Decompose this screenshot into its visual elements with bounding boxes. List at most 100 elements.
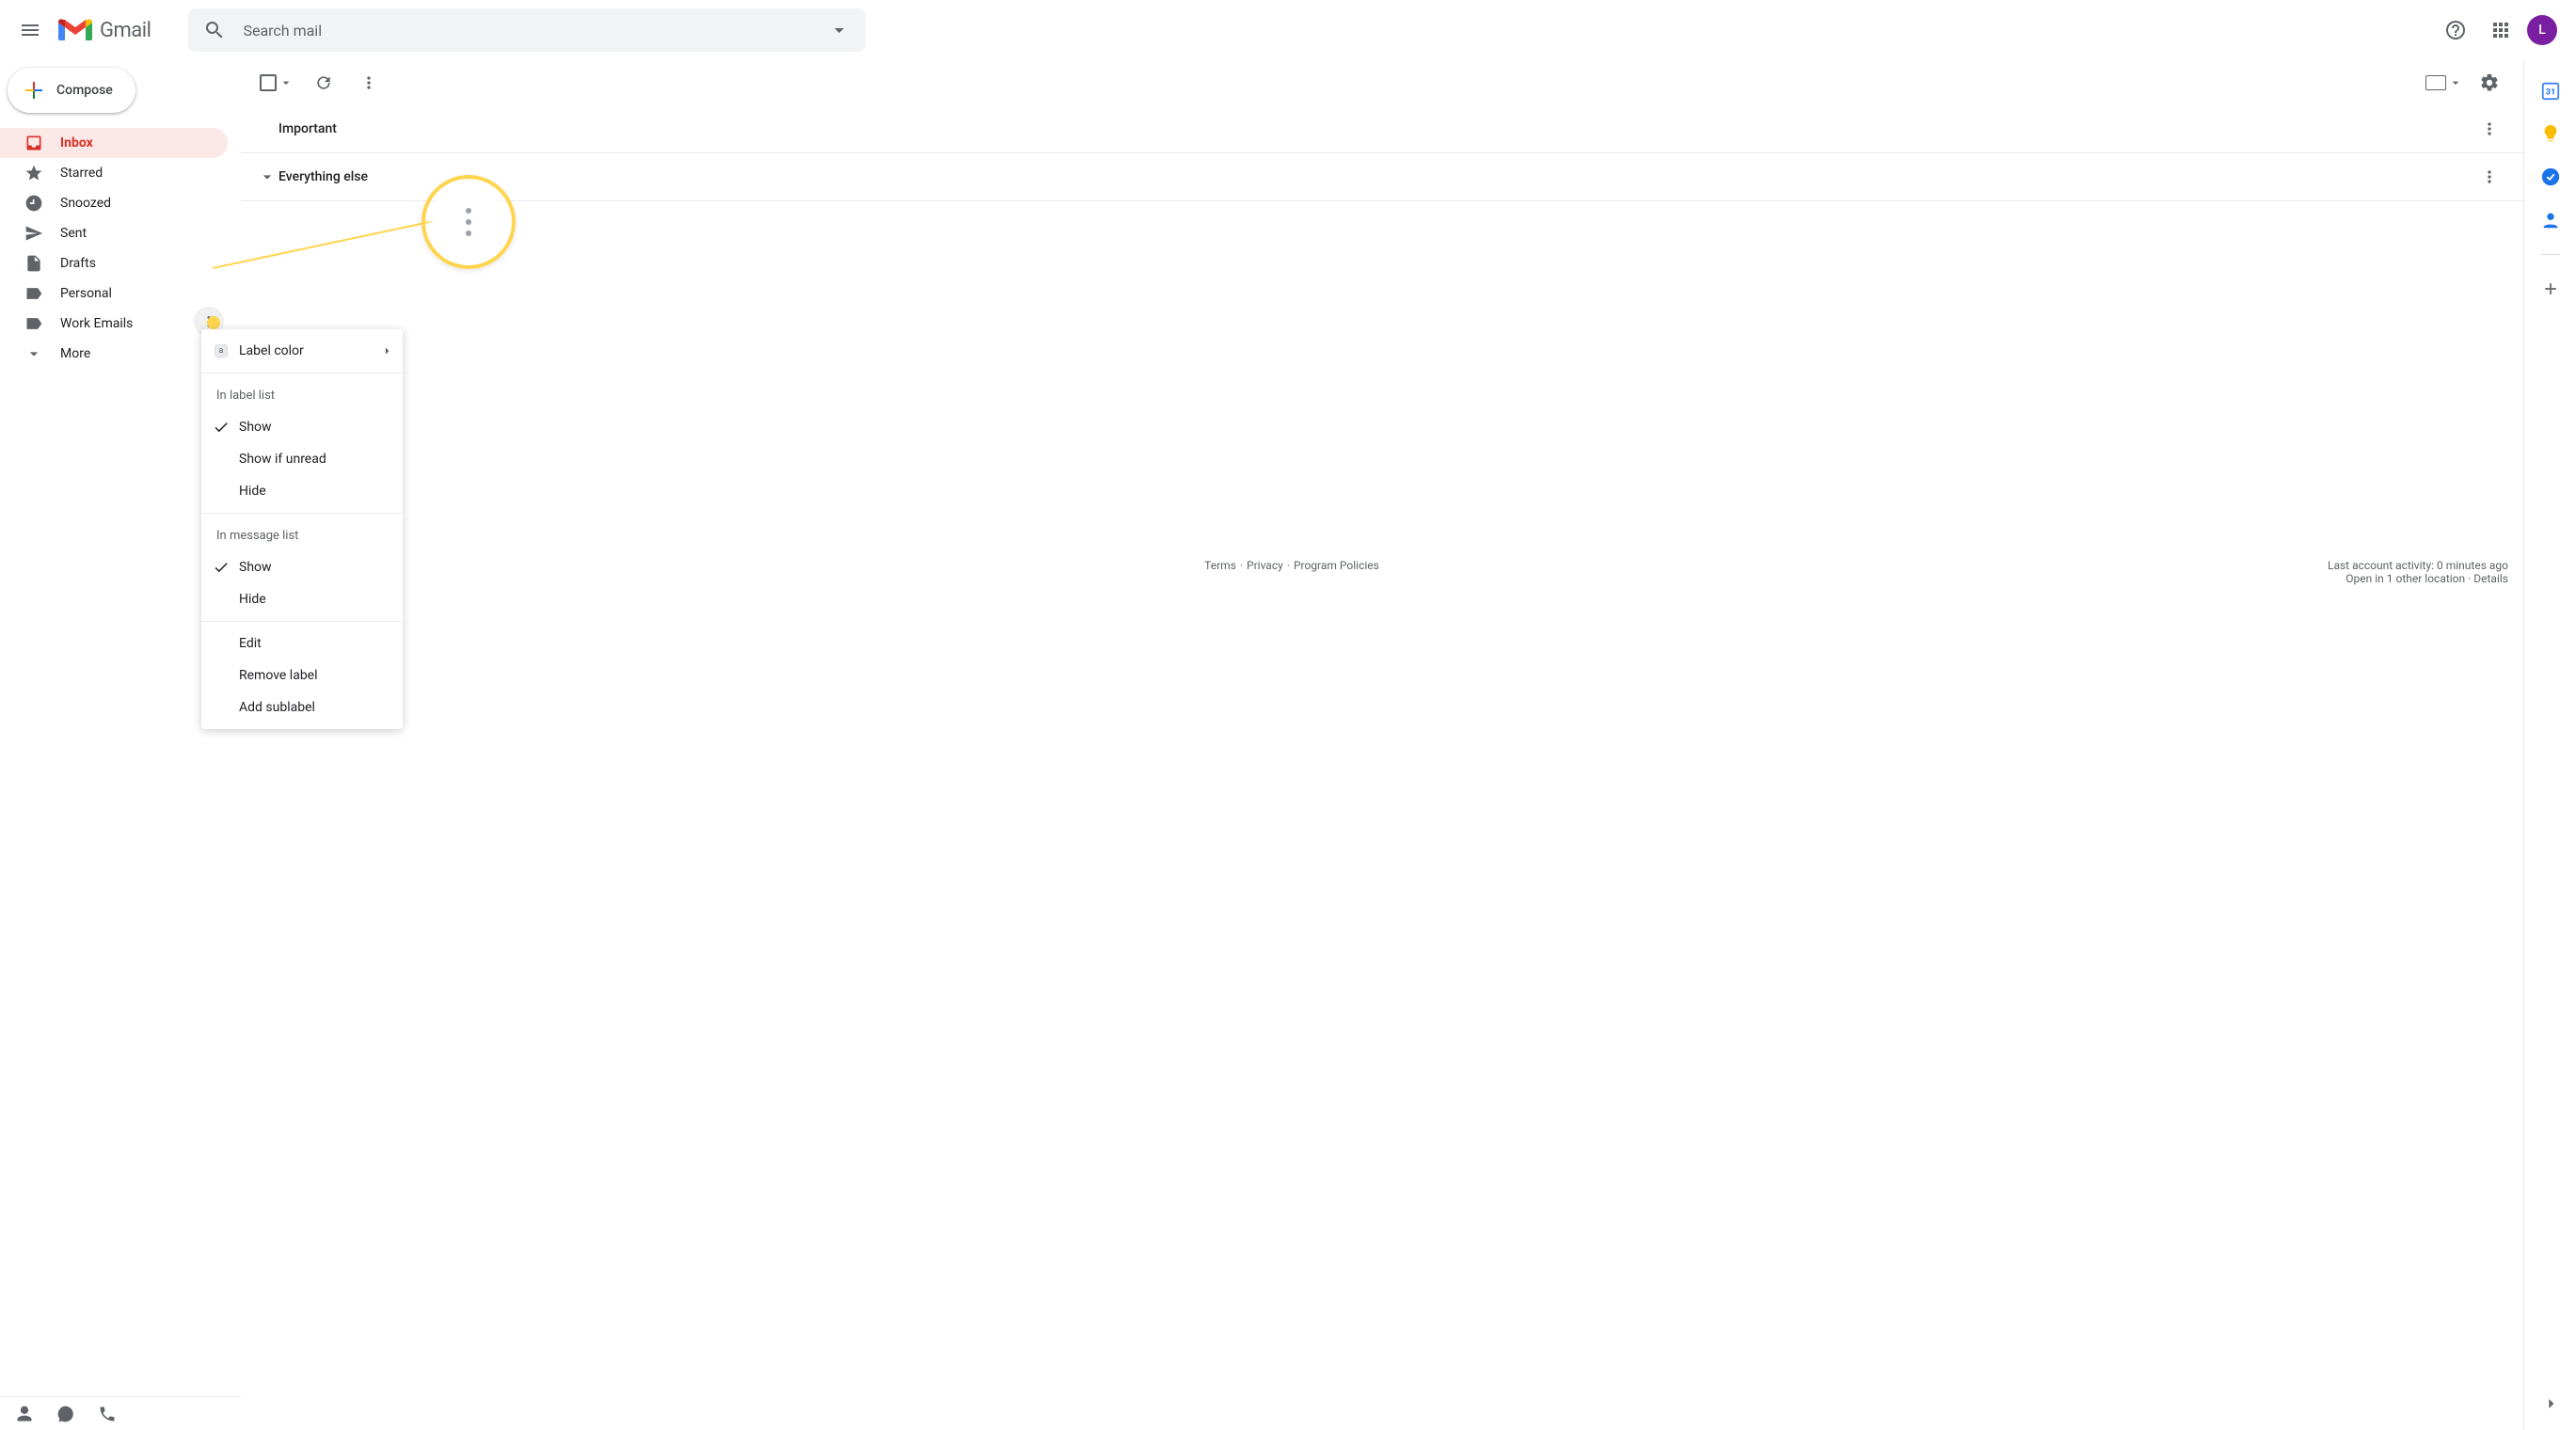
search-button[interactable]	[196, 11, 233, 49]
help-icon	[2444, 19, 2467, 41]
section-more-button[interactable]	[2471, 158, 2508, 196]
sidebar-item-label: Personal	[60, 286, 112, 301]
sidebar-item-drafts[interactable]: Drafts	[0, 248, 228, 278]
side-panel-calendar[interactable]: 31	[2532, 72, 2569, 109]
menu-divider	[201, 621, 403, 622]
sidebar-item-personal[interactable]: Personal	[0, 278, 228, 309]
header-bar: Gmail L	[0, 0, 2576, 60]
compose-button[interactable]: Compose	[8, 68, 135, 113]
annotation-highlight-circle	[421, 175, 516, 269]
sidebar-item-label: More	[60, 346, 90, 361]
compose-plus-icon	[23, 79, 45, 102]
sidebar-item-snoozed[interactable]: Snoozed	[0, 188, 228, 218]
tune-icon	[828, 19, 851, 41]
section-everything-else: Everything else	[241, 153, 2523, 201]
clock-icon	[24, 194, 43, 213]
label-context-menu: a Label color In label list Show Show if…	[201, 329, 403, 729]
app-body: Compose Inbox Starred Snoozed Sent Draft…	[0, 60, 2576, 1430]
sidebar-item-label: Inbox	[60, 135, 93, 151]
apps-grid-icon	[2489, 19, 2512, 41]
sidebar-item-sent[interactable]: Sent	[0, 218, 228, 248]
menu-item-hide-in-message-list[interactable]: Hide	[201, 583, 403, 615]
gmail-logo[interactable]: Gmail	[56, 16, 151, 44]
side-panel-keep[interactable]	[2532, 115, 2569, 152]
hangouts-icon[interactable]	[56, 1405, 75, 1423]
header-right: L	[2437, 11, 2568, 49]
menu-item-show-in-message-list[interactable]: Show	[201, 551, 403, 583]
footer-activity-text: Last account activity: 0 minutes ago	[2328, 559, 2508, 572]
google-apps-button[interactable]	[2482, 11, 2520, 49]
footer: Terms · Privacy · Program Policies Last …	[256, 559, 2508, 585]
chevron-down-icon	[24, 344, 43, 363]
menu-item-show-if-unread[interactable]: Show if unread	[201, 443, 403, 475]
sidebar-item-starred[interactable]: Starred	[0, 158, 228, 188]
menu-item-label: Show	[239, 420, 272, 435]
keep-icon	[2540, 123, 2561, 144]
input-tools-button[interactable]	[2425, 75, 2463, 90]
gear-icon	[2479, 72, 2500, 93]
more-vert-icon	[466, 208, 471, 236]
menu-section-header-message-list: In message list	[201, 519, 403, 551]
menu-item-add-sublabel[interactable]: Add sublabel	[201, 691, 403, 723]
select-all-checkbox[interactable]	[256, 71, 297, 95]
gmail-logo-icon	[56, 16, 94, 44]
settings-button[interactable]	[2471, 64, 2508, 102]
chevron-down-icon[interactable]	[278, 75, 294, 90]
side-panel-add[interactable]	[2532, 270, 2569, 308]
side-panel-tasks[interactable]	[2532, 158, 2569, 196]
phone-icon[interactable]	[98, 1405, 117, 1423]
search-input[interactable]	[233, 22, 820, 40]
more-vert-icon	[2480, 167, 2499, 186]
sidebar-item-label: Sent	[60, 226, 87, 241]
sidebar-item-more[interactable]: More	[0, 339, 228, 369]
main-menu-button[interactable]	[8, 8, 53, 53]
avatar-initial: L	[2538, 23, 2546, 38]
compose-label: Compose	[56, 83, 113, 98]
menu-item-remove-label[interactable]: Remove label	[201, 659, 403, 691]
support-button[interactable]	[2437, 11, 2474, 49]
side-panel-collapse[interactable]	[2532, 1385, 2569, 1422]
side-panel-contacts[interactable]	[2532, 201, 2569, 239]
svg-text:31: 31	[2545, 88, 2555, 98]
person-icon[interactable]	[15, 1405, 34, 1423]
inbox-icon	[24, 134, 43, 152]
side-panel: 31	[2523, 60, 2576, 1430]
keyboard-icon	[2425, 75, 2446, 90]
section-collapse-toggle[interactable]	[256, 166, 278, 188]
search-bar[interactable]	[188, 8, 866, 52]
section-header-everything-else[interactable]: Everything else	[241, 153, 2523, 200]
sidebar-item-inbox[interactable]: Inbox	[0, 128, 228, 158]
more-button[interactable]	[350, 64, 388, 102]
menu-item-label: Add sublabel	[239, 700, 315, 715]
footer-links: Terms · Privacy · Program Policies	[1204, 559, 1379, 585]
footer-policies-link[interactable]: Program Policies	[1294, 559, 1379, 585]
main-content: Important Everything else Terms	[241, 60, 2523, 1430]
menu-item-hide-in-label-list[interactable]: Hide	[201, 475, 403, 507]
sidebar-item-label: Work Emails	[60, 316, 133, 331]
section-important: Important	[241, 105, 2523, 153]
refresh-icon	[314, 73, 333, 92]
chevron-right-icon	[2541, 1394, 2560, 1413]
menu-item-label: Remove label	[239, 668, 318, 683]
section-title: Important	[278, 121, 337, 136]
menu-item-label: Label color	[239, 343, 304, 358]
footer-details-link[interactable]: Details	[2473, 572, 2508, 585]
refresh-button[interactable]	[305, 64, 342, 102]
menu-item-label-color[interactable]: a Label color	[201, 335, 403, 367]
footer-terms-link[interactable]: Terms	[1204, 559, 1236, 585]
section-header-important[interactable]: Important	[241, 105, 2523, 152]
send-icon	[24, 224, 43, 243]
panel-divider	[2541, 254, 2560, 255]
account-avatar[interactable]: L	[2527, 15, 2557, 45]
section-title: Everything else	[278, 169, 368, 184]
hamburger-icon	[19, 19, 41, 41]
menu-item-edit[interactable]: Edit	[201, 628, 403, 659]
section-more-button[interactable]	[2471, 110, 2508, 148]
search-options-button[interactable]	[820, 11, 858, 49]
chevron-down-icon	[258, 167, 277, 186]
footer-privacy-link[interactable]: Privacy	[1247, 559, 1283, 585]
more-vert-icon	[359, 73, 378, 92]
menu-item-show-in-label-list[interactable]: Show	[201, 411, 403, 443]
checkbox-icon	[260, 74, 277, 91]
footer-open-in-text: Open in 1 other location	[2345, 572, 2465, 585]
